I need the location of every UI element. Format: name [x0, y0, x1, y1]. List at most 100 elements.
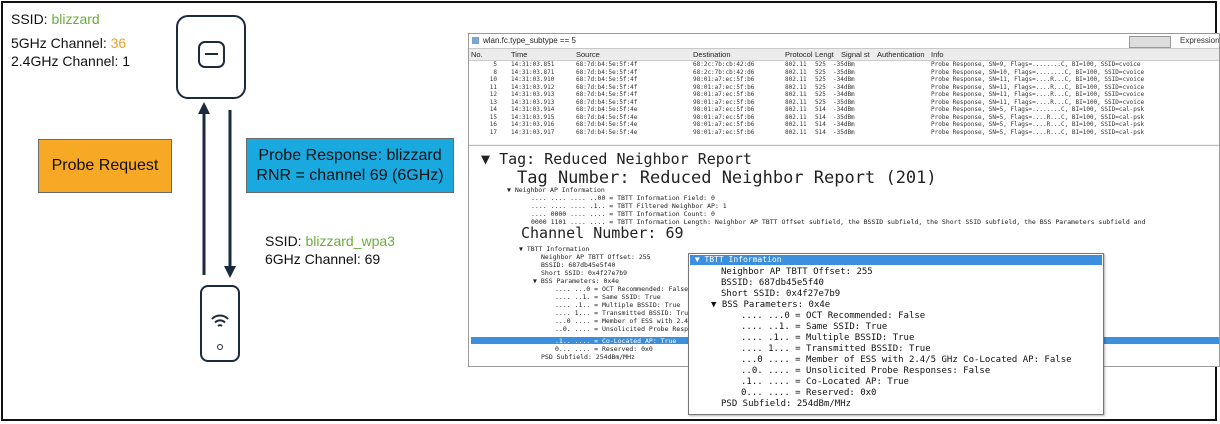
- cell-source: 68:7d:b4:5e:5f:4f: [576, 91, 638, 98]
- bss-params-text: BSS Parameters: 0x4e: [540, 277, 620, 285]
- popup-title-bar[interactable]: ▼ TBTT Information: [690, 255, 1102, 265]
- cell-destination: 98:01:a7:ec:5f:b6: [693, 121, 755, 128]
- tbtt-count-line[interactable]: .... 0000 .... .... = TBTT Information C…: [531, 210, 715, 218]
- same-ssid-line[interactable]: .... ..1. = Same SSID: True: [555, 293, 661, 301]
- filtered-ap-line[interactable]: .... .... .... .1.. = TBTT Filtered Neig…: [531, 202, 727, 210]
- packet-row[interactable]: 11 14:31:03.912 68:7d:b4:5e:5f:4f 98:01:a7:…: [469, 84, 1219, 92]
- cell-signal: -34dBm: [833, 91, 855, 98]
- cell-protocol: 802.11: [785, 106, 807, 113]
- wifi-icon: [211, 314, 229, 327]
- short-ssid-line[interactable]: Short SSID: 0x4f27e7b9: [541, 269, 627, 277]
- popup-line[interactable]: ▼ BSS Parameters: 0x4e: [711, 300, 830, 311]
- popup-line[interactable]: ..0. .... = Unsolicited Probe Responses:…: [741, 366, 990, 377]
- col-protocol[interactable]: Protocol: [785, 49, 813, 60]
- col-no[interactable]: No.: [471, 49, 483, 60]
- cell-source: 68:7d:b4:5e:5f:4f: [576, 61, 638, 68]
- cell-protocol: 802.11: [785, 83, 807, 91]
- cell-length: 525: [815, 83, 826, 91]
- channel-number-line[interactable]: Channel Number: 69: [521, 224, 688, 242]
- packet-row[interactable]: 5 14:31:03.851 68:7d:b4:5e:5f:4f 68:2c:7b:c…: [469, 61, 1219, 69]
- popup-bss-params-text: BSS Parameters: 0x4e: [721, 300, 831, 310]
- arrow-down-icon: [224, 110, 236, 278]
- packet-row[interactable]: 10 14:31:03.910 68:7d:b4:5e:5f:4f 98:01:a7:…: [469, 76, 1219, 84]
- packet-row[interactable]: 17 14:31:03.917 68:7d:b4:5e:5f:4e 98:01:a7:…: [469, 129, 1219, 137]
- tbtt-field-line[interactable]: .... .... .... ..00 = TBTT Information F…: [531, 194, 715, 202]
- col-destination[interactable]: Destination: [693, 49, 731, 60]
- tag-line[interactable]: ▼ Tag: Reduced Neighbor Report: [481, 150, 752, 168]
- packet-row[interactable]: 16 14:31:03.916 68:7d:b4:5e:5f:4e 98:01:a7:…: [469, 121, 1219, 129]
- popup-line[interactable]: Short SSID: 0x4f27e7b9: [721, 289, 840, 300]
- popup-line[interactable]: Neighbor AP TBTT Offset: 255: [721, 267, 873, 278]
- display-filter-input[interactable]: wlan.fc.type_subtype == 5: [483, 34, 576, 48]
- col-length[interactable]: Lengt: [815, 49, 834, 60]
- cell-no: 13: [489, 98, 497, 106]
- popup-line[interactable]: PSD Subfield: 254dBm/MHz: [721, 399, 851, 410]
- col-time[interactable]: Time: [511, 49, 527, 60]
- cell-time: 14:31:03.916: [511, 121, 555, 128]
- col-signal[interactable]: Signal st: [841, 49, 870, 60]
- tbtt-info-popup: ▼ TBTT Information Neighbor AP TBTT Offs…: [688, 253, 1104, 415]
- ssid-5ghz-line: SSID: blizzard: [11, 11, 100, 28]
- packet-row[interactable]: 8 14:31:03.871 68:7d:b4:5e:5f:4f 68:2c:7b:c…: [469, 69, 1219, 77]
- popup-line[interactable]: .... 1... = Transmitted BSSID: True: [741, 344, 931, 355]
- bssid-line[interactable]: BSSID: 687db45e5f40: [541, 261, 615, 269]
- cell-info: Probe Response, SN=5, Flags=....R...C, B…: [931, 113, 1145, 121]
- popup-line[interactable]: .... ...0 = OCT Recommended: False: [741, 311, 925, 322]
- col-source[interactable]: Source: [576, 49, 600, 60]
- reserved-line[interactable]: 0... .... = Reserved: 0x0: [555, 345, 653, 353]
- ssid-label: SSID:: [11, 11, 48, 27]
- cell-length: 525: [815, 68, 826, 76]
- offset-line[interactable]: Neighbor AP TBTT Offset: 255: [541, 253, 651, 261]
- multiple-bssid-line[interactable]: .... .1.. = Multiple BSSID: True: [555, 301, 680, 309]
- cell-length: 514: [815, 128, 826, 136]
- ssid-value: blizzard: [51, 11, 100, 27]
- cell-signal: -35dBm: [833, 113, 855, 121]
- access-point-led-icon: [198, 41, 225, 68]
- channel-5ghz-value: 36: [110, 35, 127, 51]
- cell-length: 514: [815, 113, 826, 121]
- popup-line[interactable]: .... .1.. = Multiple BSSID: True: [741, 333, 914, 344]
- packet-list-header: No. Time Source Destination Protocol Len…: [469, 49, 1219, 61]
- cell-destination: 98:01:a7:ec:5f:b6: [693, 83, 755, 91]
- probe-response-line1: Probe Response: blizzard: [258, 146, 442, 164]
- popup-title: TBTT Information: [704, 255, 782, 264]
- cell-time: 14:31:03.913: [511, 98, 555, 106]
- cell-info: Probe Response, SN=11, Flags=....R...C, …: [931, 76, 1145, 83]
- packet-row[interactable]: 12 14:31:03.913 68:7d:b4:5e:5f:4f 98:01:a7:…: [469, 91, 1219, 99]
- expression-button[interactable]: Expression...: [1180, 34, 1219, 48]
- cell-info: Probe Response, SN=5, Flags=....R...C, B…: [931, 121, 1145, 128]
- cell-info: Probe Response, SN=11, Flags=....R...C, …: [931, 83, 1145, 91]
- tag-number-line[interactable]: Tag Number: Reduced Neighbor Report (201…: [517, 168, 937, 188]
- display-filter-bar: wlan.fc.type_subtype == 5 Expression...: [469, 34, 1219, 49]
- colocated-line[interactable]: .1.. .... = Co-Located AP: True: [555, 337, 676, 345]
- neighbor-ap-info-line[interactable]: ▼ Neighbor AP Information: [507, 186, 605, 194]
- cell-protocol: 802.11: [785, 121, 807, 128]
- popup-line[interactable]: BSSID: 687db45e5f40: [721, 278, 824, 289]
- probe-response-line2: RNR = channel 69 (6GHz): [256, 166, 444, 184]
- psd-line[interactable]: PSD Subfield: 254dBm/MHz: [541, 353, 635, 361]
- popup-line[interactable]: .1.. .... = Co-Located AP: True: [741, 377, 909, 388]
- transmitted-line[interactable]: .... 1... = Transmitted BSSID: True: [555, 309, 692, 317]
- smartphone-icon: [200, 285, 240, 362]
- oct-line[interactable]: .... ...0 = OCT Recommended: False: [555, 285, 688, 293]
- col-info[interactable]: Info: [931, 49, 944, 60]
- col-authentication[interactable]: Authentication: [877, 49, 925, 60]
- packet-row[interactable]: 15 14:31:03.915 68:7d:b4:5e:5f:4e 98:01:a7:…: [469, 114, 1219, 122]
- packet-row[interactable]: 14 14:31:03.914 68:7d:b4:5e:5f:4e 98:01:a7:…: [469, 106, 1219, 114]
- tbtt-info-line[interactable]: ▼ TBTT Information: [519, 245, 589, 253]
- popup-line[interactable]: .... ..1. = Same SSID: True: [741, 322, 887, 333]
- bss-params-line[interactable]: ▼ BSS Parameters: 0x4e: [533, 277, 619, 285]
- cell-no: 15: [489, 113, 497, 121]
- cell-destination: 68:2c:7b:cb:42:d6: [693, 61, 755, 68]
- cell-time: 14:31:03.851: [511, 61, 555, 68]
- cell-protocol: 802.11: [785, 98, 807, 106]
- filter-buttons[interactable]: [1129, 36, 1171, 48]
- cell-source: 68:7d:b4:5e:5f:4f: [576, 98, 638, 106]
- arrow-up-icon: [198, 102, 210, 275]
- cell-no: 11: [489, 83, 497, 91]
- cell-signal: -34dBm: [833, 83, 855, 91]
- popup-line[interactable]: 0... .... = Reserved: 0x0: [741, 388, 876, 399]
- cell-source: 68:7d:b4:5e:5f:4f: [576, 83, 638, 91]
- packet-row[interactable]: 13 14:31:03.913 68:7d:b4:5e:5f:4f 98:01:a7:…: [469, 99, 1219, 107]
- popup-line[interactable]: ...0 .... = Member of ESS with 2.4/5 GHz…: [741, 355, 1072, 366]
